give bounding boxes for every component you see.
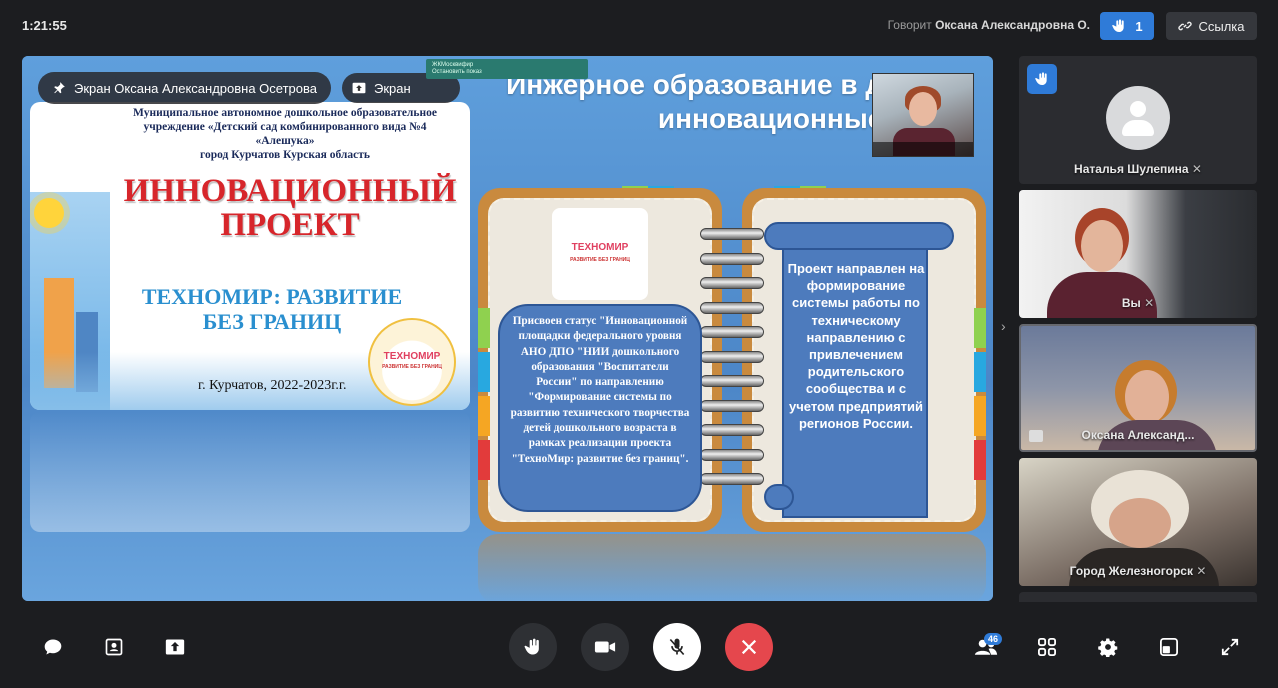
presenter-self-view [872, 73, 974, 157]
org-line: город Курчатов Курская область [200, 149, 370, 161]
call-timer: 1:21:55 [22, 18, 67, 33]
mic-off-icon: ✕ [1196, 564, 1207, 578]
hang-up-button[interactable] [725, 623, 773, 671]
mic-off-icon: ✕ [1191, 162, 1202, 176]
layout-grid-button[interactable] [1032, 632, 1062, 662]
microphone-button[interactable] [653, 623, 701, 671]
raised-hands-count: 1 [1135, 18, 1143, 34]
notebook-side-tab [478, 440, 490, 480]
link-icon [1178, 21, 1193, 31]
city-date: г. Курчатов, 2022-2023г.г. [198, 378, 347, 393]
heading-line: ИННОВАЦИОННЫЙ [123, 173, 457, 209]
status-text-box: Присвоен статус "Инновационной площадки … [498, 304, 702, 512]
raised-hand-badge [1027, 64, 1057, 94]
org-line: Муниципальное автономное дошкольное обра… [133, 107, 437, 119]
raise-hand-button[interactable] [509, 623, 557, 671]
link-label: Ссылка [1198, 18, 1245, 34]
fullscreen-button[interactable] [1215, 632, 1245, 662]
scroll-graphic: Проект направлен на формирование системы… [764, 222, 954, 518]
pip-icon [1160, 638, 1178, 656]
participant-name: Вы ✕ [1121, 296, 1155, 310]
card-reflection [30, 412, 470, 532]
mini-panel-line: ЖКМосквифир [432, 62, 474, 68]
camera-icon [594, 641, 616, 653]
gear-icon [1098, 638, 1118, 657]
chat-icon [44, 639, 62, 655]
chat-button[interactable] [38, 632, 68, 662]
hand-icon [1035, 72, 1047, 85]
logo-caption: РАЗВИТИЕ БЕЗ ГРАНИЦ [570, 257, 630, 263]
notebook-side-tab [478, 352, 490, 392]
logo-caption: РАЗВИТИЕ БЕЗ ГРАНИЦ [382, 364, 442, 370]
project-heading: ИННОВАЦИОННЫЙ ПРОЕКТ [110, 174, 470, 242]
grid-icon [1038, 638, 1056, 656]
hand-icon [1112, 19, 1125, 32]
notebook-side-tab [974, 308, 986, 348]
participant-name: Оксана Александ... [1081, 428, 1195, 442]
shared-screen[interactable]: Инжерное образование в детско инновацион… [22, 56, 993, 601]
notebook-rings [700, 228, 764, 498]
notebook-side-tab [974, 352, 986, 392]
raised-hands-button[interactable]: 1 [1100, 12, 1154, 40]
logo-text: ТЕХНОМИР [571, 242, 629, 253]
org-line: учреждение «Детский сад комбинированного… [143, 121, 427, 133]
screen-chip-label: Экран [374, 80, 411, 96]
mic-off-icon: ✕ [1144, 296, 1155, 310]
project-subtitle: ТЕХНОМИР: РАЗВИТИЕ БЕЗ ГРАНИЦ [141, 284, 403, 334]
participant-tile-self[interactable]: Вы ✕ [1019, 190, 1257, 318]
pinned-screen-label[interactable]: Экран Оксана Александровна Осетрова [38, 72, 331, 104]
mini-panel-line: Остановить показ [432, 69, 482, 75]
participant-tile-partial[interactable] [1019, 592, 1257, 602]
heading-line: ПРОЕКТ [220, 207, 360, 243]
notebook-side-tab [974, 396, 986, 436]
share-screen-icon [165, 639, 185, 655]
close-icon [741, 639, 757, 655]
notebook-graphic: ТЕХНОМИР РАЗВИТИЕ БЕЗ ГРАНИЦ Присвоен ст… [478, 186, 986, 532]
technomir-logo: ТЕХНОМИР РАЗВИТИЕ БЕЗ ГРАНИЦ [552, 208, 648, 300]
logo-text: ТЕХНОМИР [383, 351, 441, 362]
share-screen-icon [352, 82, 366, 94]
notebook-side-tab [478, 396, 490, 436]
participant-tile[interactable]: Наталья Шулепина ✕ [1019, 56, 1257, 184]
participants-count-badge: 46 [984, 633, 1002, 645]
notebook-side-tab [974, 440, 986, 480]
participants-list-button[interactable] [99, 632, 129, 662]
settings-button[interactable] [1093, 632, 1123, 662]
sun-illustration [34, 198, 64, 228]
participant-tile[interactable]: Город Железногорск ✕ [1019, 458, 1257, 586]
top-bar: 1:21:55 Говорит Оксана Александровна О. … [0, 0, 1278, 52]
participant-tile[interactable]: Оксана Александ... [1019, 324, 1257, 452]
avatar [1106, 86, 1170, 150]
organization-name: Муниципальное автономное дошкольное обра… [110, 106, 460, 162]
share-screen-button[interactable] [160, 632, 190, 662]
contacts-icon [105, 638, 123, 656]
picture-in-picture-button[interactable] [1154, 632, 1184, 662]
technomir-logo: ТЕХНОМИР РАЗВИТИЕ БЕЗ ГРАНИЦ [368, 318, 456, 406]
expand-icon [1221, 638, 1239, 656]
notebook-reflection [478, 534, 986, 601]
org-line: «Алешука» [255, 135, 315, 147]
pin-icon [54, 82, 65, 94]
chevron-right-icon[interactable]: › [1001, 318, 1006, 334]
slide-title-card: Муниципальное автономное дошкольное обра… [30, 102, 470, 410]
speaking-prefix: Говорит [887, 18, 932, 32]
presenter-mini-panel[interactable]: ЖКМосквифир Остановить показ [426, 59, 588, 79]
mic-off-icon [669, 638, 685, 656]
active-speaker-indicator: Говорит Оксана Александровна О. [888, 18, 1090, 32]
pinned-screen-name: Экран Оксана Александровна Осетрова [74, 80, 317, 96]
participant-name: Наталья Шулепина ✕ [1074, 162, 1202, 176]
participant-name: Город Железногорск ✕ [1069, 564, 1207, 578]
project-aim-text: Проект направлен на формирование системы… [787, 261, 925, 431]
speaking-name: Оксана Александровна О. [935, 18, 1090, 32]
copy-link-button[interactable]: Ссылка [1166, 12, 1257, 40]
hand-icon [524, 638, 539, 655]
notebook-side-tab [478, 308, 490, 348]
camera-button[interactable] [581, 623, 629, 671]
